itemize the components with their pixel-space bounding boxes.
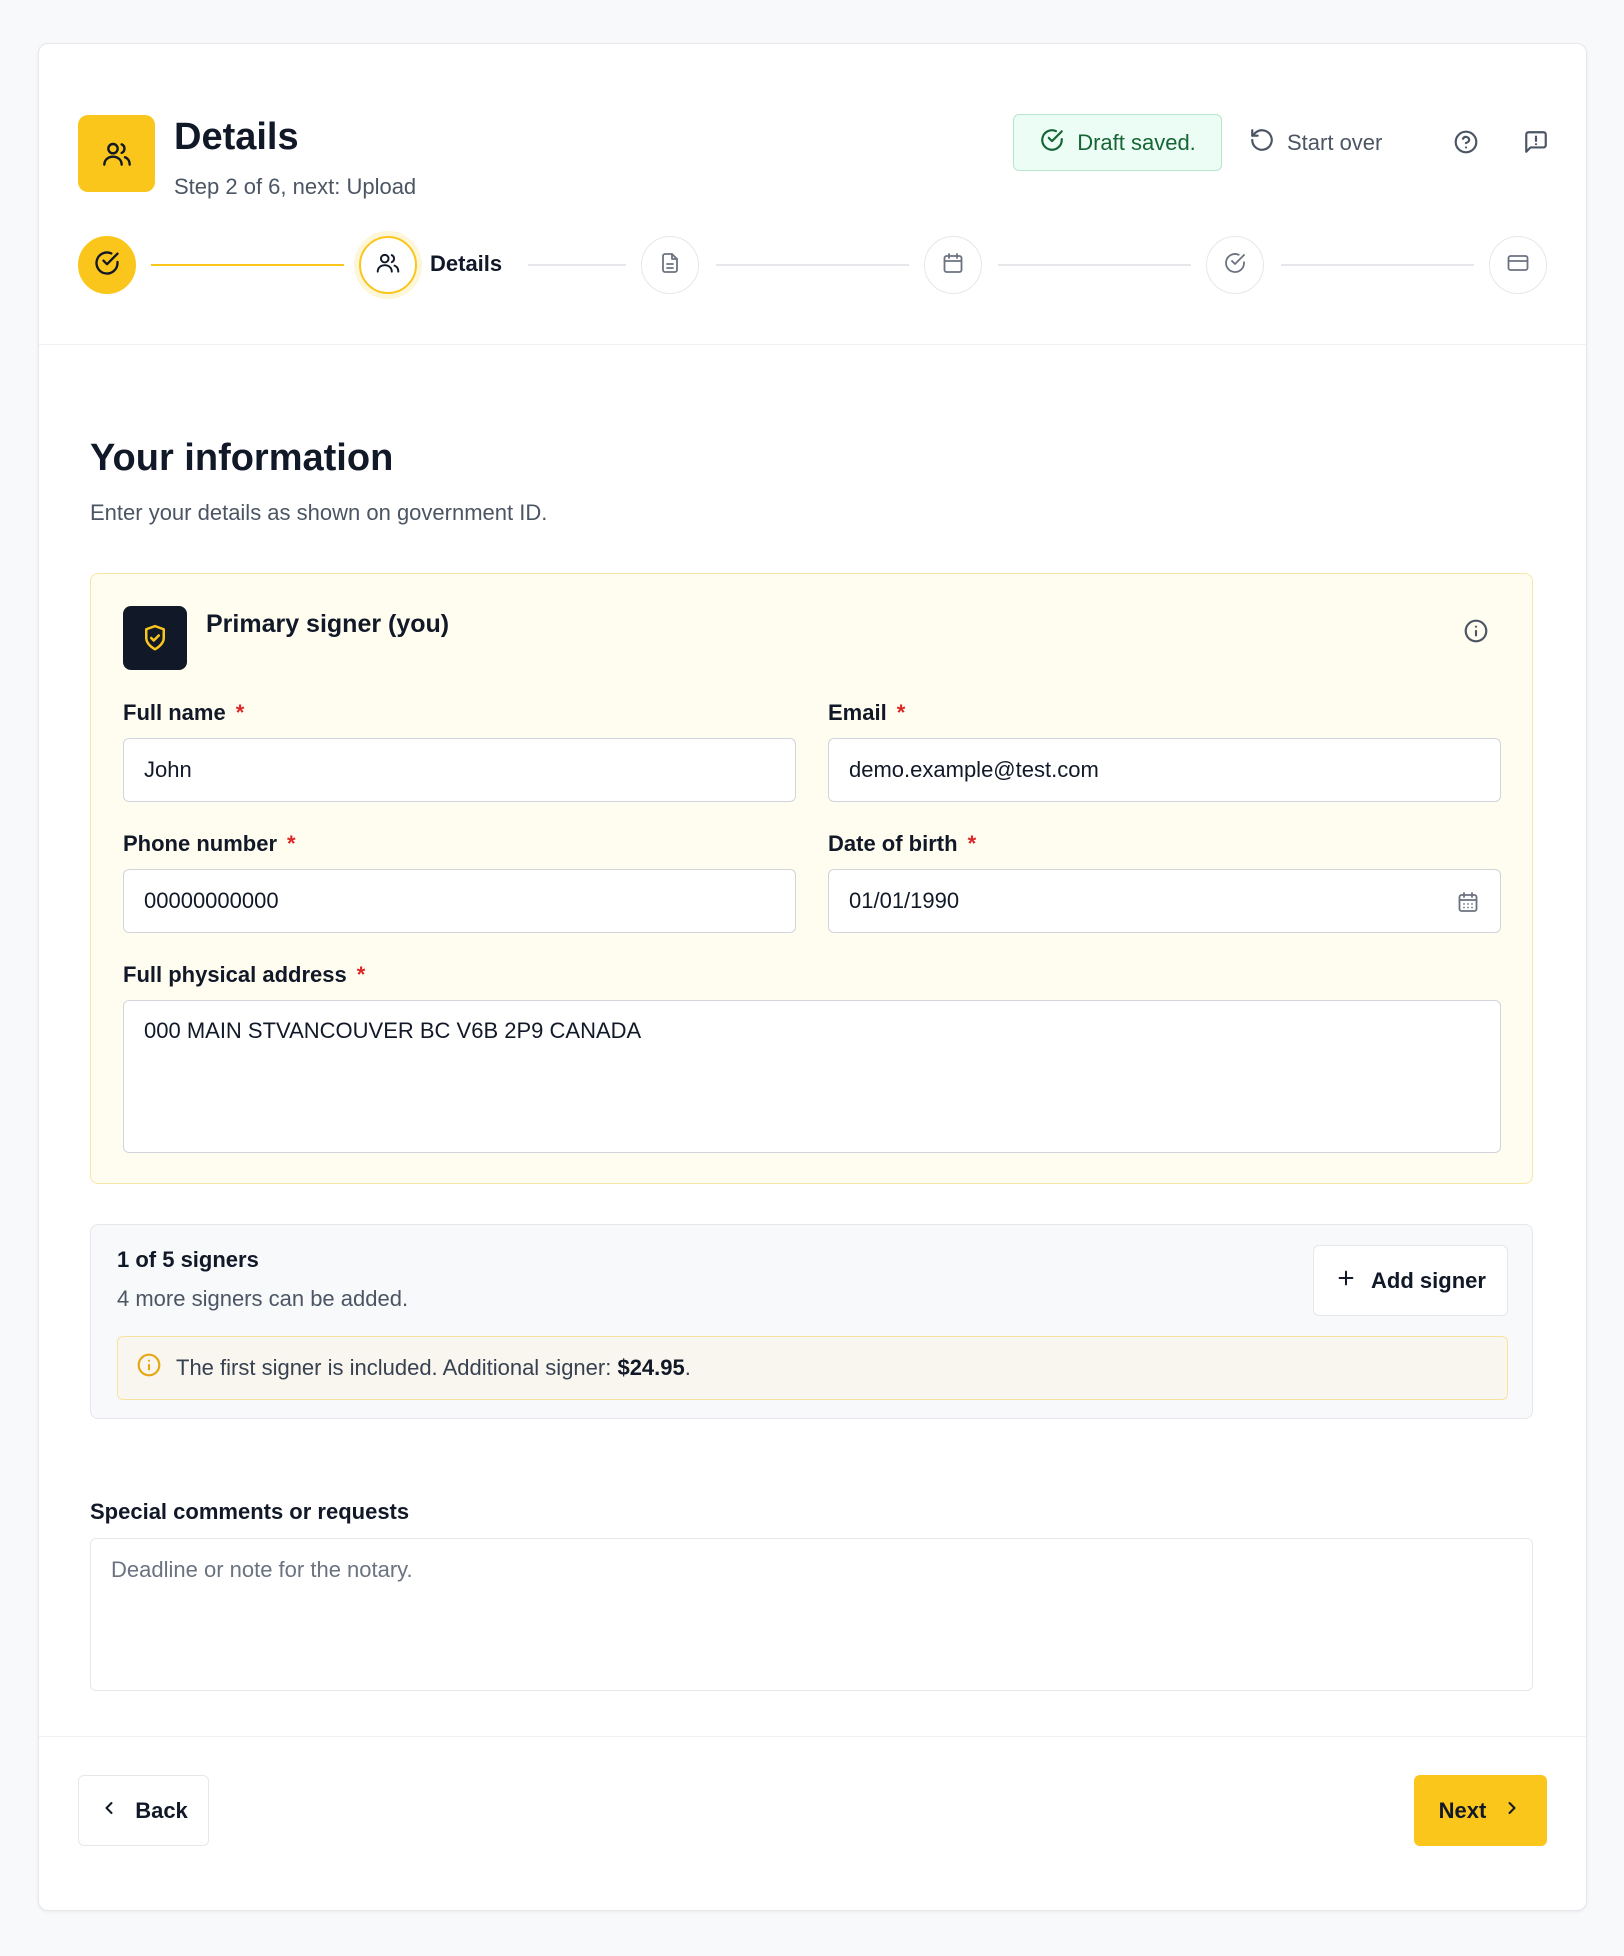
- dob-value: 01/01/1990: [849, 888, 960, 913]
- required-marker: *: [287, 831, 296, 856]
- check-circle-icon: [1039, 127, 1065, 159]
- signer-count: 1 of 5 signers: [117, 1247, 259, 1272]
- help-icon[interactable]: [1448, 124, 1484, 160]
- step-connector: [151, 264, 344, 266]
- chevron-right-icon: [1502, 1798, 1522, 1824]
- start-over-button[interactable]: Start over: [1249, 114, 1382, 171]
- draft-status-text: Draft saved.: [1077, 129, 1196, 155]
- full-name-input[interactable]: John: [123, 738, 796, 802]
- required-marker: *: [235, 700, 245, 725]
- next-label: Next: [1438, 1797, 1487, 1823]
- current-step-label: Details: [430, 251, 503, 276]
- address-label: Full physical address *: [123, 962, 366, 987]
- back-label: Back: [135, 1797, 188, 1823]
- rotate-ccw-icon: [1249, 127, 1275, 159]
- info-icon: [136, 1352, 162, 1384]
- add-signer-button[interactable]: Add signer: [1313, 1245, 1508, 1316]
- section-subtitle: Enter your details as shown on governmen…: [90, 500, 548, 525]
- shield-check-icon: [123, 606, 187, 670]
- credit-card-icon: [1506, 251, 1530, 280]
- step-subtitle: Step 2 of 6, next: Upload: [174, 174, 417, 199]
- step-4-schedule[interactable]: [924, 236, 982, 294]
- back-button[interactable]: Back: [78, 1775, 209, 1846]
- phone-label: Phone number *: [123, 831, 296, 856]
- section-title: Your information: [90, 437, 394, 479]
- dob-label: Date of birth *: [828, 831, 977, 856]
- info-icon[interactable]: [1461, 616, 1491, 646]
- calendar-icon: [941, 251, 965, 280]
- step-2-current[interactable]: [359, 236, 417, 294]
- required-marker: *: [896, 700, 906, 725]
- additional-signer-price: $24.95: [617, 1355, 685, 1380]
- step-connector: [998, 264, 1191, 266]
- wizard-header: Details Step 2 of 6, next: Upload Draft …: [39, 44, 1586, 345]
- wizard-footer: Back Next: [39, 1736, 1586, 1912]
- primary-signer-panel: Primary signer (you) Full name * John Ema…: [90, 573, 1533, 1184]
- step-1-complete[interactable]: [78, 236, 136, 294]
- comments-textarea[interactable]: Deadline or note for the notary.: [90, 1538, 1533, 1691]
- chevron-left-icon: [99, 1798, 119, 1824]
- users-icon: [78, 115, 155, 192]
- step-connector: [716, 264, 909, 266]
- pricing-notice-text: The first signer is included. Additional…: [176, 1355, 691, 1380]
- progress-stepper: Details: [39, 236, 1586, 316]
- check-circle-icon: [1223, 251, 1247, 280]
- step-3-upload[interactable]: [641, 236, 699, 294]
- page-title: Details: [174, 116, 299, 158]
- email-input[interactable]: demo.example@test.com: [828, 738, 1501, 802]
- draft-status-badge: Draft saved.: [1013, 114, 1222, 171]
- required-marker: *: [967, 831, 977, 856]
- step-5-review[interactable]: [1206, 236, 1264, 294]
- wizard-card: Details Step 2 of 6, next: Upload Draft …: [38, 43, 1587, 1911]
- address-textarea[interactable]: 000 MAIN STVANCOUVER BC V6B 2P9 CANADA: [123, 1000, 1501, 1153]
- signer-remaining: 4 more signers can be added.: [117, 1286, 409, 1311]
- users-icon: [375, 250, 401, 281]
- check-circle-icon: [93, 249, 121, 282]
- email-label: Email *: [828, 700, 906, 725]
- pricing-notice: The first signer is included. Additional…: [117, 1336, 1508, 1400]
- required-marker: *: [356, 962, 366, 987]
- full-name-label: Full name *: [123, 700, 245, 725]
- signers-summary: 1 of 5 signers 4 more signers can be add…: [90, 1224, 1533, 1419]
- comments-label: Special comments or requests: [90, 1499, 410, 1524]
- next-button[interactable]: Next: [1414, 1775, 1547, 1846]
- feedback-icon[interactable]: [1518, 124, 1554, 160]
- start-over-label: Start over: [1287, 129, 1383, 155]
- dob-input[interactable]: 01/01/1990: [828, 869, 1501, 933]
- step-connector: [528, 264, 626, 266]
- plus-icon: [1335, 1267, 1357, 1295]
- calendar-icon[interactable]: [1456, 890, 1480, 920]
- add-signer-label: Add signer: [1371, 1267, 1486, 1293]
- step-6-payment[interactable]: [1489, 236, 1547, 294]
- document-icon: [658, 251, 682, 280]
- primary-signer-title: Primary signer (you): [206, 610, 450, 638]
- step-connector: [1281, 264, 1474, 266]
- phone-input[interactable]: 00000000000: [123, 869, 796, 933]
